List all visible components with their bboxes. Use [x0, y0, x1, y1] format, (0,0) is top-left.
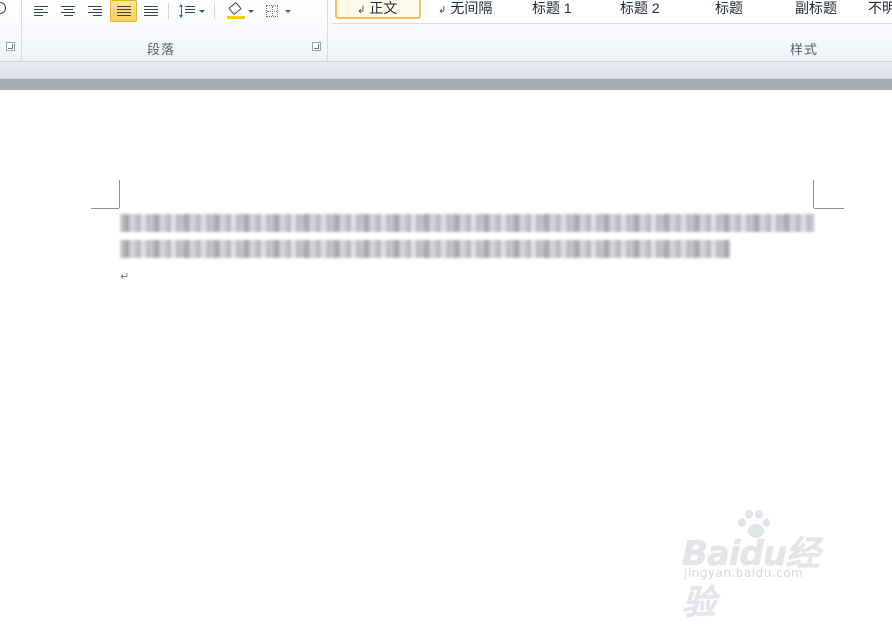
crop-mark-top-left [119, 180, 120, 208]
line-spacing-button[interactable] [175, 0, 209, 22]
distributed-button[interactable] [140, 0, 162, 22]
blurred-text-line [120, 240, 730, 258]
chevron-down-icon [198, 9, 205, 13]
line-spacing-icon [178, 4, 196, 18]
style-label: 副标题 [795, 0, 837, 16]
crop-mark-top-left [91, 208, 119, 209]
shading-button[interactable] [222, 0, 258, 22]
style-label: 标题 1 [532, 0, 572, 16]
borders-button[interactable] [262, 0, 294, 22]
align-center-button[interactable] [57, 0, 79, 22]
group-separator [327, 0, 328, 61]
style-subtle-emphasis[interactable]: 不明 [868, 0, 892, 19]
style-normal[interactable]: ↲ 正文 [335, 0, 422, 19]
watermark-url: jingyan.baidu.com [684, 566, 804, 580]
styles-gallery[interactable]: ↲ 正文 ↲ 无间隔 标题 1 标题 2 标题 副标题 不明 [332, 0, 892, 24]
ribbon: 段落 ↲ 正文 ↲ 无间隔 标题 1 标题 2 标题 副标题 不明 样式 [0, 0, 892, 62]
borders-icon [265, 5, 278, 17]
style-label: 无间隔 [450, 0, 493, 16]
align-center-icon [61, 5, 75, 17]
chevron-down-icon [284, 9, 291, 13]
paragraph-mark-icon: ↲ [357, 5, 366, 16]
align-left-icon [34, 5, 48, 17]
font-group-launcher[interactable] [6, 42, 15, 51]
paragraph-end-mark: ↵ [120, 271, 130, 283]
paragraph-group-label: 段落 [147, 42, 176, 57]
paragraph-mark-icon: ↲ [438, 5, 447, 16]
style-label: 正文 [369, 0, 398, 16]
ruler-area [0, 62, 892, 79]
baidu-watermark: Baidu经验 jingyan.baidu.com [682, 508, 852, 623]
page-gap [0, 79, 892, 90]
blurred-text-line [120, 214, 814, 232]
styles-group-label: 样式 [790, 42, 819, 57]
toolbar-divider [168, 3, 169, 19]
crop-mark-top-right [814, 208, 844, 209]
chevron-down-icon [247, 9, 254, 13]
style-heading-2[interactable]: 标题 2 [620, 0, 660, 19]
justify-button[interactable] [110, 0, 137, 22]
style-label: 标题 [715, 0, 743, 16]
style-heading-1[interactable]: 标题 1 [532, 0, 572, 19]
style-subtitle[interactable]: 副标题 [795, 0, 837, 19]
crop-mark-top-right [813, 180, 814, 208]
justify-icon [116, 5, 131, 17]
group-separator [21, 0, 22, 61]
style-title[interactable]: 标题 [715, 0, 743, 19]
distributed-icon [144, 5, 158, 17]
partial-group-icon[interactable] [0, 2, 6, 14]
toolbar-divider [214, 3, 215, 19]
style-label: 标题 2 [620, 0, 660, 16]
style-no-spacing[interactable]: ↲ 无间隔 [438, 0, 492, 19]
style-label: 不明 [868, 0, 892, 16]
align-left-button[interactable] [30, 0, 52, 22]
paint-bucket-icon [226, 1, 245, 19]
paragraph-group-launcher[interactable] [312, 42, 321, 51]
align-right-button[interactable] [84, 0, 106, 22]
align-right-icon [88, 5, 102, 17]
